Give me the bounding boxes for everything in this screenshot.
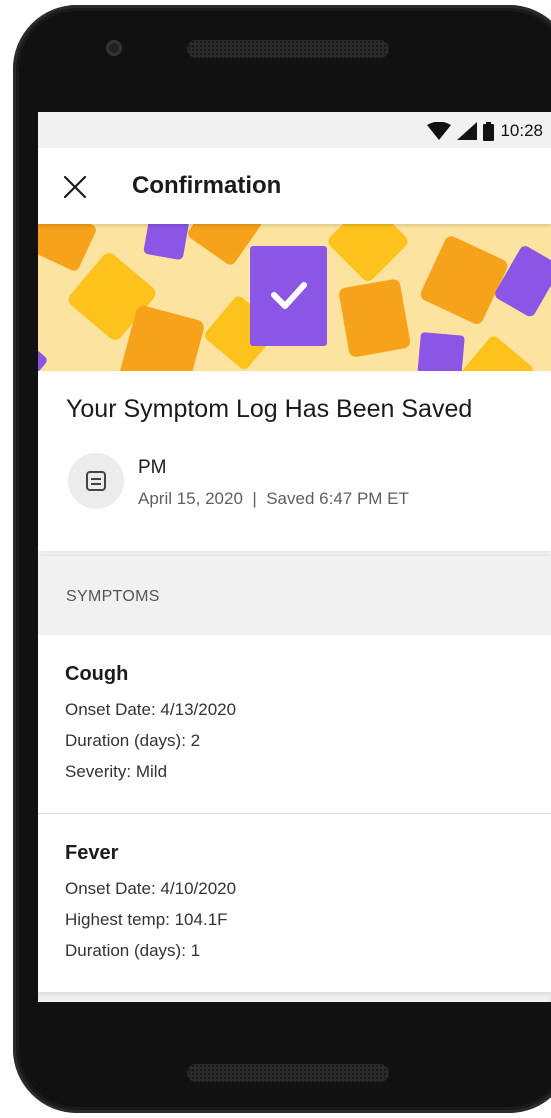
- symptom-detail: Severity: Mild: [65, 762, 168, 781]
- battery-icon: [483, 121, 495, 141]
- page-title: Confirmation: [132, 172, 282, 199]
- status-time: 10:28: [500, 121, 543, 140]
- bottom-speaker: [187, 1064, 389, 1082]
- confirmation-banner: [38, 224, 551, 371]
- top-speaker: [187, 40, 389, 58]
- summary-title: Your Symptom Log Has Been Saved: [66, 395, 473, 423]
- log-meta: April 15, 2020 | Saved 6:47 PM ET: [138, 489, 409, 508]
- banner-illustration: [38, 224, 551, 371]
- log-icon: [86, 471, 106, 491]
- symptom-detail: Duration (days): 1: [65, 941, 201, 960]
- list-end-strip: [38, 992, 551, 1002]
- symptom-detail: Highest temp: 104.1F: [65, 910, 228, 929]
- log-avatar: [68, 453, 124, 509]
- app-bar: Confirmation: [38, 148, 551, 224]
- status-icons: 10:28: [427, 121, 543, 141]
- save-summary: Your Symptom Log Has Been Saved PM April…: [38, 371, 551, 551]
- symptom-name: Fever: [65, 842, 119, 864]
- symptom-name: Cough: [65, 663, 129, 685]
- symptom-detail: Onset Date: 4/13/2020: [65, 700, 237, 719]
- log-name: PM: [138, 457, 167, 478]
- symptoms-section-header: SYMPTOMS: [38, 554, 551, 635]
- symptoms-header-label: SYMPTOMS: [66, 588, 160, 605]
- phone-screen: 10:28 Confirmation Your Symptom Log Has …: [38, 112, 551, 1002]
- symptom-card-cough: Cough Onset Date: 4/13/2020 Duration (da…: [38, 635, 551, 813]
- symptom-detail: Onset Date: 4/10/2020: [65, 879, 237, 898]
- front-camera: [106, 40, 122, 56]
- status-bar: 10:28: [38, 112, 551, 148]
- close-icon[interactable]: [62, 174, 88, 200]
- wifi-icon: [427, 122, 452, 140]
- symptom-detail: Duration (days): 2: [65, 731, 201, 750]
- signal-icon: [457, 122, 478, 140]
- symptom-card-fever: Fever Onset Date: 4/10/2020 Highest temp…: [38, 814, 551, 992]
